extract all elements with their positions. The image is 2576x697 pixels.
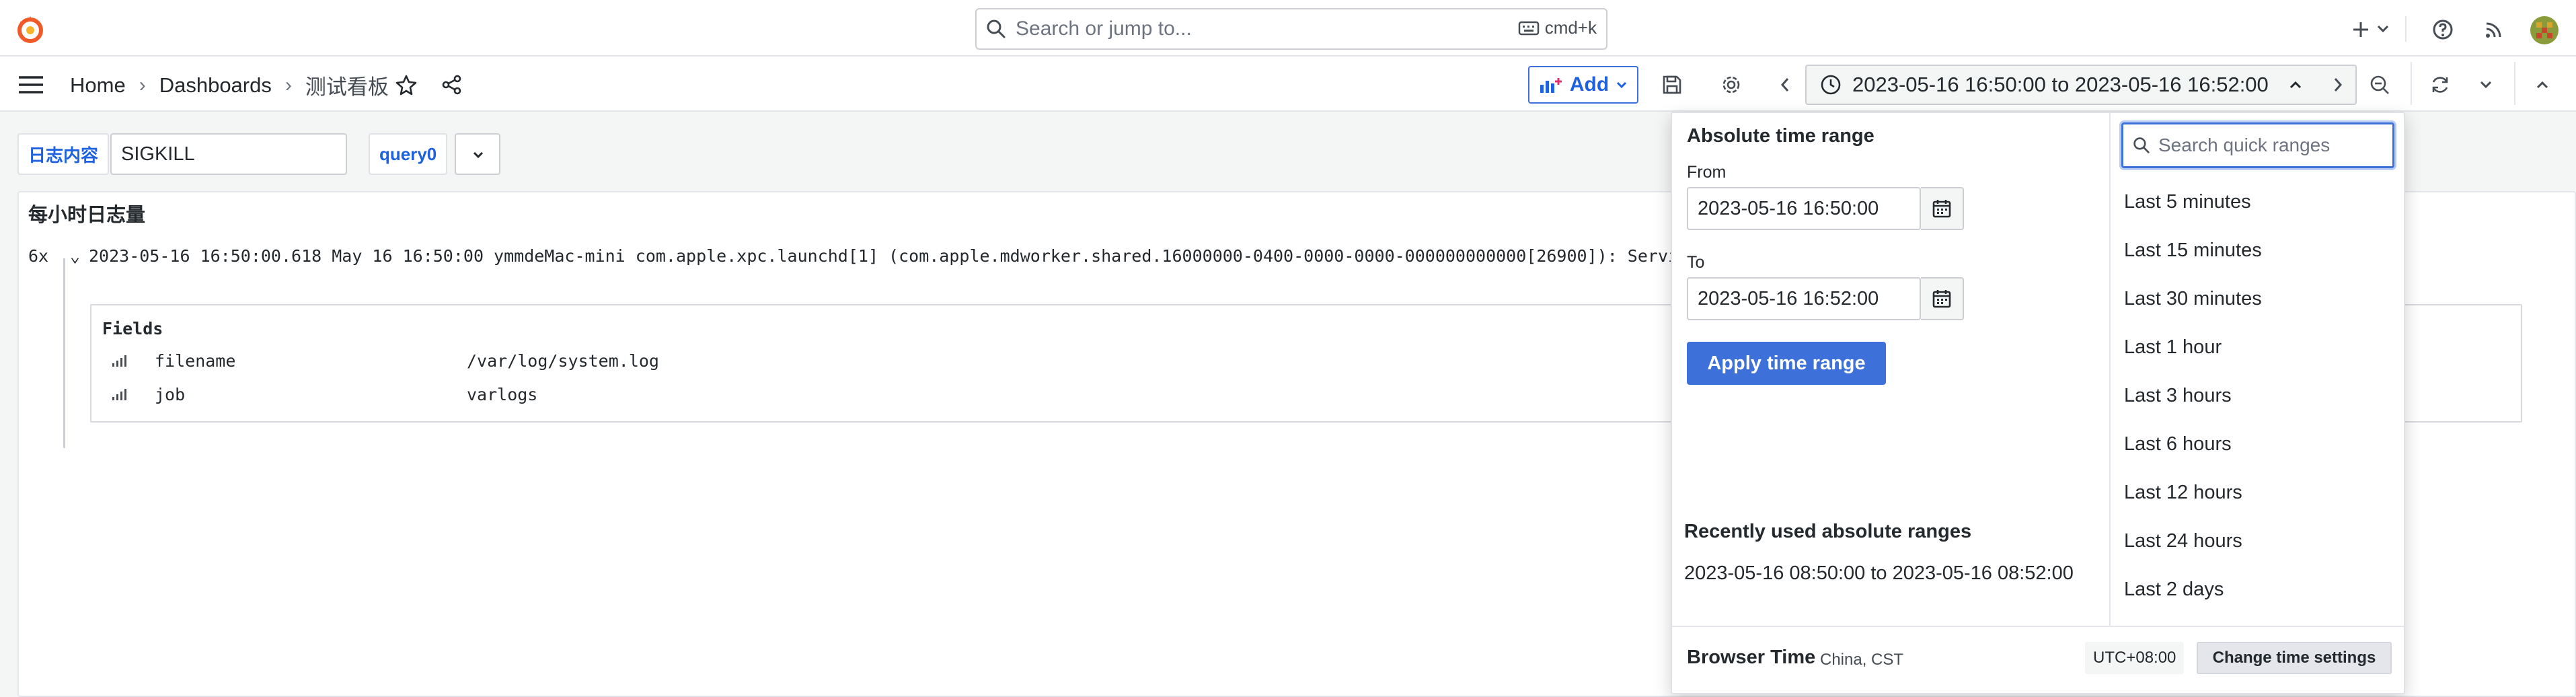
toolbar-divider <box>2411 62 2412 105</box>
refresh-interval-chevron-down-icon[interactable] <box>2474 74 2498 96</box>
panel-title: 每小时日志量 <box>28 205 146 226</box>
shortcut-hint: cmd+k <box>1518 17 1597 38</box>
dropdown-divider <box>2109 113 2111 626</box>
add-button[interactable]: Add <box>1528 66 1638 104</box>
search-placeholder: Search or jump to... <box>1016 17 1192 40</box>
dropdown-divider <box>1672 626 2404 627</box>
quick-range-item[interactable]: Last 1 hour <box>2124 336 2222 359</box>
toolbar-divider <box>2514 62 2515 105</box>
grafana-logo-icon[interactable] <box>15 13 46 44</box>
calendar-icon <box>1932 289 1952 309</box>
variable-label-query: query0 <box>369 133 448 175</box>
search-bar[interactable]: Search or jump to... cmd+k <box>975 8 1607 50</box>
log-line-text: 2023-05-16 16:50:00.618 May 16 16:50:00 … <box>89 246 1699 266</box>
search-icon <box>2133 137 2150 154</box>
recent-range-item[interactable]: 2023-05-16 08:50:00 to 2023-05-16 08:52:… <box>1684 558 2101 588</box>
quick-range-item[interactable]: Last 12 hours <box>2124 482 2242 504</box>
quick-range-item[interactable]: Last 3 hours <box>2124 385 2232 407</box>
breadcrumb-separator-icon: › <box>285 73 292 96</box>
quick-range-item[interactable]: Last 6 hours <box>2124 433 2232 455</box>
star-icon[interactable] <box>391 70 421 100</box>
field-key: job <box>155 385 186 404</box>
log-row-expand-chevron-icon[interactable]: ⌄ <box>70 246 89 266</box>
absolute-range-heading: Absolute time range <box>1687 125 1874 147</box>
browser-timezone: China, CST <box>1820 651 1904 669</box>
from-input[interactable]: 2023-05-16 16:50:00 <box>1687 187 1921 230</box>
field-stats-icon[interactable] <box>112 354 126 367</box>
refresh-icon[interactable] <box>2425 70 2455 100</box>
to-input[interactable]: 2023-05-16 16:52:00 <box>1687 277 1921 320</box>
apply-time-range-button[interactable]: Apply time range <box>1687 342 1886 385</box>
breadcrumb-current[interactable]: 测试看板 <box>305 70 389 100</box>
chevron-down-icon <box>472 151 484 159</box>
menu-hamburger-icon[interactable] <box>16 71 46 98</box>
add-label: Add <box>1569 73 1609 96</box>
collapse-chevron-up-icon[interactable] <box>2530 74 2554 96</box>
to-label: To <box>1687 253 1705 272</box>
field-value: /var/log/system.log <box>467 351 659 371</box>
field-stats-icon[interactable] <box>112 388 126 401</box>
settings-gear-icon[interactable] <box>1716 70 1746 100</box>
query-variable-select[interactable] <box>455 133 500 175</box>
zoom-out-icon[interactable] <box>2365 70 2394 100</box>
quick-ranges-search-input[interactable]: Search quick ranges <box>2121 122 2394 168</box>
quick-range-item[interactable]: Last 24 hours <box>2124 530 2242 552</box>
quick-range-item[interactable]: Last 5 minutes <box>2124 191 2251 213</box>
quick-range-item[interactable]: Last 30 minutes <box>2124 288 2262 310</box>
add-panel-icon <box>1539 75 1563 94</box>
help-icon[interactable] <box>2429 16 2456 43</box>
breadcrumb-home[interactable]: Home <box>70 73 126 98</box>
field-value: varlogs <box>467 385 538 404</box>
user-avatar[interactable] <box>2529 15 2560 46</box>
time-range-picker[interactable]: 2023-05-16 16:50:00 to 2023-05-16 16:52:… <box>1805 65 2357 105</box>
from-calendar-button[interactable] <box>1921 187 1964 230</box>
breadcrumb-dashboards[interactable]: Dashboards <box>159 73 272 98</box>
breadcrumb-separator-icon: › <box>139 73 146 96</box>
quick-range-item[interactable]: Last 2 days <box>2124 579 2224 601</box>
variable-label-log-content: 日志内容 <box>17 133 110 175</box>
chevron-up-icon <box>2289 80 2302 89</box>
share-icon[interactable] <box>437 70 467 100</box>
new-chevron-down-icon[interactable] <box>2373 19 2393 39</box>
topbar-divider <box>2405 16 2407 42</box>
search-icon <box>986 19 1006 39</box>
time-shift-back-icon[interactable] <box>1773 73 1797 97</box>
to-calendar-button[interactable] <box>1921 277 1964 320</box>
time-shift-forward-icon[interactable] <box>2326 73 2350 97</box>
log-row-indicator <box>63 258 65 448</box>
news-rss-icon[interactable] <box>2480 16 2507 43</box>
change-time-settings-button[interactable]: Change time settings <box>2197 642 2392 674</box>
utc-offset-badge: UTC+08:00 <box>2085 642 2185 674</box>
clock-icon <box>1820 74 1842 96</box>
quick-search-placeholder: Search quick ranges <box>2158 135 2331 155</box>
chevron-down-icon <box>1616 81 1628 89</box>
save-dashboard-icon[interactable] <box>1657 70 1687 100</box>
keyboard-icon <box>1518 21 1540 36</box>
new-plus-icon[interactable] <box>2347 16 2374 43</box>
browser-time-label: Browser Time <box>1687 647 1816 668</box>
shortcut-label: cmd+k <box>1544 17 1597 38</box>
breadcrumb: Home › Dashboards › 测试看板 <box>70 70 389 100</box>
log-row[interactable]: 6x ⌄ 2023-05-16 16:50:00.618 May 16 16:50:… <box>28 246 1698 266</box>
calendar-icon <box>1932 198 1952 219</box>
recent-ranges-heading: Recently used absolute ranges <box>1684 521 1972 542</box>
fields-heading: Fields <box>102 319 163 338</box>
quick-range-item[interactable]: Last 15 minutes <box>2124 240 2262 262</box>
time-range-label: 2023-05-16 16:50:00 to 2023-05-16 16:52:… <box>1852 73 2269 96</box>
field-key: filename <box>155 351 236 371</box>
log-content-input[interactable]: SIGKILL <box>110 133 347 175</box>
from-label: From <box>1687 163 1727 182</box>
